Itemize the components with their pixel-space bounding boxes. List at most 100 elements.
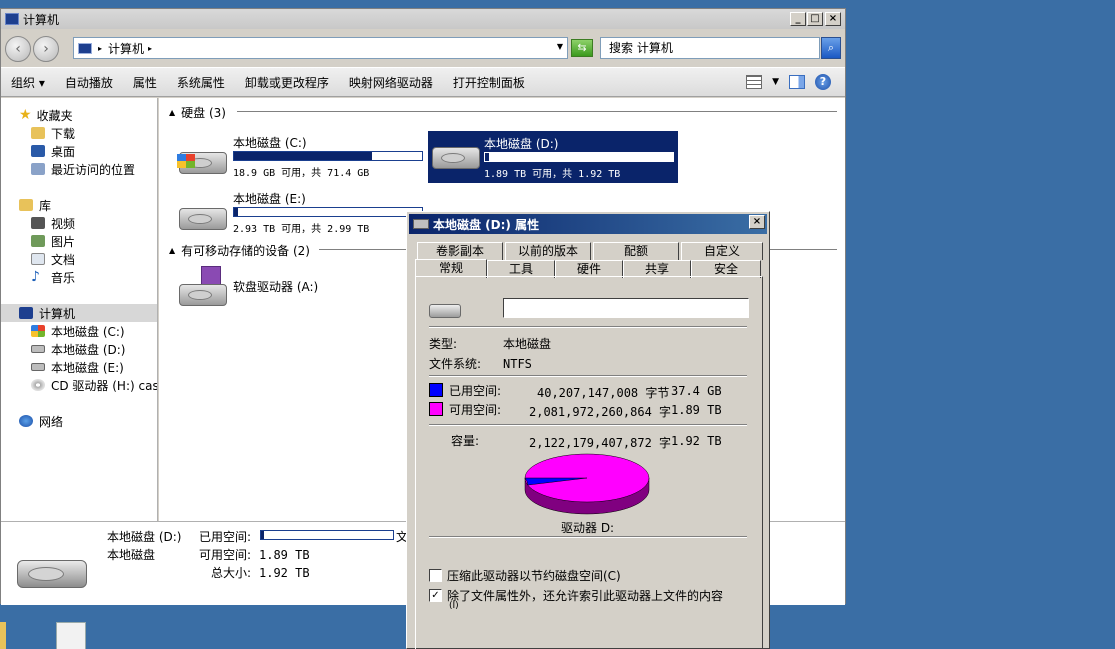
tab-customize[interactable]: 自定义 bbox=[681, 242, 763, 260]
collapse-icon[interactable]: ▲ bbox=[169, 246, 175, 255]
usage-fill bbox=[261, 531, 264, 539]
libraries-icon bbox=[19, 199, 33, 211]
properties-button[interactable]: 属性 bbox=[123, 74, 167, 91]
dialog-title-bar[interactable]: 本地磁盘 (D:) 属性 bbox=[409, 214, 767, 234]
music-icon: ♪ bbox=[31, 269, 40, 285]
address-field[interactable]: ▸ 计算机 ▸ ▼ bbox=[73, 37, 568, 59]
collapse-icon[interactable]: ▲ bbox=[169, 108, 175, 117]
dialog-close-button[interactable]: × bbox=[749, 215, 765, 229]
index-checkbox[interactable]: ✓ bbox=[429, 589, 442, 602]
pictures-icon bbox=[31, 235, 45, 247]
sidebar-label: 收藏夹 bbox=[36, 108, 73, 123]
index-label: 除了文件属性外，还允许索引此驱动器上文件的内容 bbox=[447, 589, 724, 603]
details-used-label: 已用空间: bbox=[199, 530, 252, 544]
usage-fill bbox=[234, 208, 238, 216]
minimize-button[interactable]: _ bbox=[790, 12, 806, 26]
sidebar-item-recent-places[interactable]: 最近访问的位置 bbox=[31, 160, 135, 178]
back-button[interactable]: ‹ bbox=[5, 36, 31, 62]
index-shortcut: (I) bbox=[449, 601, 459, 611]
sidebar-label: 库 bbox=[39, 198, 52, 213]
sidebar-item-cd-drive[interactable]: CD 驱动器 (H:) cas bbox=[31, 376, 158, 394]
used-space-size: 37.4 GB bbox=[671, 384, 722, 398]
sidebar-item-videos[interactable]: 视频 bbox=[31, 214, 75, 232]
sidebar-item-computer[interactable]: 计算机 bbox=[19, 304, 75, 322]
drive-usage-bar bbox=[484, 152, 674, 162]
tab-shadow-copies[interactable]: 卷影副本 bbox=[417, 242, 503, 260]
sidebar-label: 最近访问的位置 bbox=[51, 162, 136, 177]
hard-drive-icon bbox=[17, 560, 87, 588]
desktop-document-icon[interactable] bbox=[56, 622, 86, 649]
documents-icon bbox=[31, 253, 45, 265]
windows-logo-icon bbox=[177, 154, 195, 168]
hard-drive-icon bbox=[429, 304, 461, 318]
sidebar-item-libraries[interactable]: 库 bbox=[19, 196, 51, 214]
group-header-hard-disks[interactable]: ▲ 硬盘 (3) bbox=[169, 104, 226, 121]
search-icon[interactable]: ⌕ bbox=[821, 37, 841, 59]
search-input[interactable]: 搜索 计算机 bbox=[600, 37, 820, 59]
sidebar-item-desktop[interactable]: 桌面 bbox=[31, 142, 75, 160]
group-title: 有可移动存储的设备 (2) bbox=[181, 244, 310, 258]
drive-e-tile[interactable]: 本地磁盘 (E:) 2.93 TB 可用，共 2.99 TB bbox=[177, 186, 427, 238]
organize-button[interactable]: 组织 ▾ bbox=[1, 74, 55, 91]
title-bar[interactable]: 计算机 bbox=[1, 9, 845, 29]
breadcrumb-dropdown-icon[interactable]: ▸ bbox=[148, 44, 152, 53]
map-network-drive-button[interactable]: 映射网络驱动器 bbox=[339, 74, 443, 91]
sidebar-item-network[interactable]: 网络 bbox=[19, 412, 63, 430]
drive-label: 驱动器 D: bbox=[561, 521, 615, 535]
separator bbox=[429, 375, 747, 377]
view-options-icon[interactable] bbox=[746, 75, 763, 89]
hard-drive-icon bbox=[31, 363, 45, 371]
sidebar-item-drive-c[interactable]: 本地磁盘 (C:) bbox=[31, 322, 125, 340]
sidebar-label: 本地磁盘 (D:) bbox=[51, 342, 126, 357]
navigation-pane: ★ 收藏夹 下载 桌面 最近访问的位置 库 视频 图片 文档 ♪ 音乐 计算机 … bbox=[1, 98, 158, 521]
close-button[interactable]: × bbox=[825, 12, 841, 26]
sidebar-item-drive-d[interactable]: 本地磁盘 (D:) bbox=[31, 340, 125, 358]
sidebar-label: 本地磁盘 (C:) bbox=[51, 324, 125, 339]
video-icon bbox=[31, 217, 45, 229]
sidebar-item-documents[interactable]: 文档 bbox=[31, 250, 75, 268]
computer-icon bbox=[5, 13, 19, 25]
sidebar-item-drive-e[interactable]: 本地磁盘 (E:) bbox=[31, 358, 124, 376]
sidebar-item-favorites[interactable]: ★ 收藏夹 bbox=[19, 106, 73, 124]
view-dropdown-icon[interactable]: ▼ bbox=[772, 77, 779, 87]
maximize-button[interactable]: □ bbox=[807, 12, 823, 26]
drive-c-tile[interactable]: 本地磁盘 (C:) 18.9 GB 可用，共 71.4 GB bbox=[177, 130, 427, 182]
refresh-icon[interactable]: ⇆ bbox=[571, 39, 593, 57]
drive-name: 本地磁盘 (D:) bbox=[484, 137, 559, 151]
autoplay-button[interactable]: 自动播放 bbox=[55, 74, 123, 91]
volume-label-input[interactable] bbox=[503, 298, 749, 318]
tab-previous-versions[interactable]: 以前的版本 bbox=[505, 242, 591, 260]
group-divider bbox=[237, 111, 837, 112]
preview-pane-icon[interactable] bbox=[789, 75, 805, 89]
uninstall-button[interactable]: 卸载或更改程序 bbox=[235, 74, 339, 91]
breadcrumb-computer[interactable]: 计算机 bbox=[108, 40, 144, 57]
floppy-drive-tile[interactable]: 软盘驱动器 (A:) bbox=[177, 266, 377, 310]
address-dropdown-icon[interactable]: ▼ bbox=[557, 42, 563, 51]
breadcrumb-arrow-icon[interactable]: ▸ bbox=[98, 44, 102, 53]
sidebar-label: 本地磁盘 (E:) bbox=[51, 360, 124, 375]
desktop-folder-icon[interactable] bbox=[0, 622, 6, 649]
desktop-icon bbox=[31, 145, 45, 157]
drive-name: 本地磁盘 (C:) bbox=[233, 136, 307, 150]
details-drive-type: 本地磁盘 bbox=[107, 548, 156, 562]
group-header-removable[interactable]: ▲ 有可移动存储的设备 (2) bbox=[169, 242, 310, 259]
drive-usage-bar bbox=[233, 207, 423, 217]
address-bar-area: ‹ › ▸ 计算机 ▸ ▼ ⇆ 搜索 计算机 ⌕ bbox=[1, 31, 845, 65]
type-value: 本地磁盘 bbox=[503, 337, 552, 351]
open-control-panel-button[interactable]: 打开控制面板 bbox=[443, 74, 535, 91]
compress-checkbox[interactable] bbox=[429, 569, 442, 582]
system-properties-button[interactable]: 系统属性 bbox=[167, 74, 235, 91]
forward-button[interactable]: › bbox=[33, 36, 59, 62]
help-icon[interactable]: ? bbox=[815, 74, 831, 90]
sidebar-item-music[interactable]: ♪ 音乐 bbox=[31, 268, 75, 286]
sidebar-item-pictures[interactable]: 图片 bbox=[31, 232, 75, 250]
drive-space-info: 2.93 TB 可用，共 2.99 TB bbox=[233, 224, 370, 235]
sidebar-label: CD 驱动器 (H:) cas bbox=[51, 378, 158, 393]
drive-d-tile[interactable]: 本地磁盘 (D:) 1.89 TB 可用，共 1.92 TB bbox=[428, 131, 678, 183]
separator bbox=[429, 536, 747, 538]
used-space-swatch bbox=[429, 383, 443, 397]
tab-quota[interactable]: 配额 bbox=[593, 242, 679, 260]
type-label: 类型: bbox=[429, 337, 458, 351]
sidebar-item-downloads[interactable]: 下载 bbox=[31, 124, 75, 142]
used-space-bytes: 40,207,147,008 字节 bbox=[537, 386, 670, 400]
